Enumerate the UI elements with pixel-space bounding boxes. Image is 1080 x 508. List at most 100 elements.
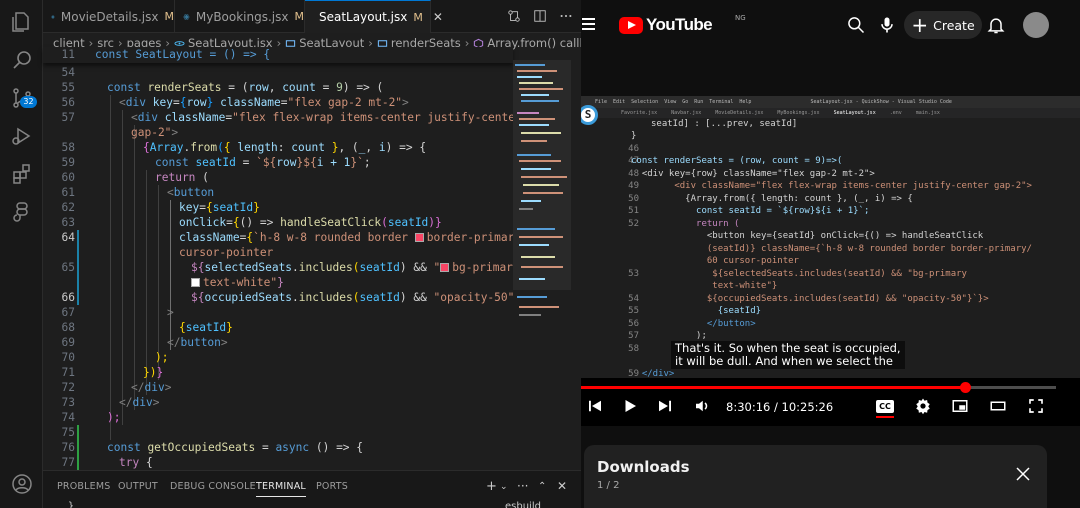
code-line: 74); [61, 411, 121, 424]
sticky-scroll-line[interactable]: 11 const SeatLayout = () => { [43, 47, 513, 63]
editor-tabs: MovieDetails.jsx M MyBookings.jsx M Seat… [43, 0, 581, 33]
code-editor[interactable]: 54 55 const renderSeats = (row, count = 9… [43, 65, 513, 470]
chevron-down-icon[interactable]: ⌄ [500, 482, 508, 492]
youtube-header: YouTube NG + Create [581, 0, 1080, 50]
youtube-logo[interactable]: YouTube NG [619, 14, 746, 35]
code-line: 63 onClick={() => handleSeatClick(seatId)… [61, 216, 442, 229]
previous-icon[interactable] [586, 397, 604, 415]
play-icon[interactable] [621, 397, 639, 415]
code-line: 69 </button> [61, 336, 228, 349]
code-line: 60 return ( [61, 171, 209, 184]
theater-mode-icon[interactable] [989, 397, 1007, 415]
time-total: 10:25:26 [781, 400, 834, 414]
caption-line: it will be dull. And when we select the [675, 354, 893, 368]
color-swatch[interactable] [440, 263, 450, 272]
tab-terminal[interactable]: TERMINAL [256, 481, 306, 497]
time-current: 8:30:16 [726, 400, 771, 414]
line-number: 11 [61, 48, 75, 61]
tab-label: MovieDetails.jsx [60, 9, 159, 24]
search-icon[interactable] [10, 48, 34, 72]
tab-status: M [413, 10, 423, 24]
tab-status: M [294, 10, 305, 23]
color-swatch[interactable] [191, 278, 200, 287]
run-debug-icon[interactable] [10, 124, 34, 148]
youtube-play-icon [619, 16, 643, 34]
miniplayer-icon[interactable] [951, 397, 969, 415]
code-line: 67 > [61, 306, 174, 319]
tab-ports[interactable]: PORTS [316, 481, 348, 492]
code-line: 68 {seatId} [61, 321, 233, 334]
tab-my-bookings[interactable]: MyBookings.jsx M [175, 0, 305, 33]
tab-output[interactable]: OUTPUT [118, 481, 158, 492]
tab-label: MyBookings.jsx [195, 9, 289, 24]
react-icon [183, 13, 190, 20]
microphone-icon[interactable] [877, 15, 897, 35]
captions-active-indicator [876, 416, 894, 418]
account-icon[interactable] [10, 472, 34, 496]
code-line: 76 const getOccupiedSeats = async () => { [61, 441, 364, 454]
vscode-window: 32 MovieDetails.jsx M MyBookings.jsx M S… [0, 0, 581, 508]
code-line: 70); [61, 351, 169, 364]
video-player[interactable]: File Edit Selection View Go Run Terminal Help S… [581, 96, 1080, 426]
next-icon[interactable] [656, 397, 674, 415]
tab-status: M [164, 10, 175, 23]
youtube-window: YouTube NG + Create File Edit Selection Vie… [581, 0, 1080, 508]
code-line: 71})} [61, 366, 164, 379]
settings-gear-icon[interactable] [914, 397, 932, 415]
progress-scrubber[interactable] [959, 382, 971, 393]
code-line: 65 ${selectedSeats.includes(seatId) && " b… [61, 261, 513, 274]
source-control-badge: 32 [20, 96, 37, 108]
tab-seat-layout[interactable]: SeatLayout.jsx M ✕ [305, 0, 443, 33]
create-label: Create [933, 17, 975, 33]
close-icon[interactable] [1014, 465, 1032, 483]
activity-bar: 32 [0, 0, 43, 508]
plus-icon: + [911, 13, 929, 37]
code-line: text-white"} [43, 275, 513, 290]
captions-button[interactable]: CC [876, 400, 894, 413]
extensions-icon[interactable] [10, 162, 34, 186]
sticky-code: const SeatLayout = () => { [95, 48, 271, 61]
tab-problems[interactable]: PROBLEMS [57, 481, 110, 492]
code-line: 77 try { [61, 456, 153, 469]
code-line: 54 [61, 66, 75, 79]
search-icon[interactable] [846, 15, 866, 35]
fullscreen-icon[interactable] [1027, 397, 1045, 415]
figma-icon[interactable] [10, 200, 34, 224]
downloads-panel: Downloads 1 / 2 [584, 445, 1047, 508]
react-icon [51, 14, 55, 19]
create-button[interactable]: + Create [904, 11, 982, 39]
more-actions-icon[interactable] [559, 8, 573, 22]
maximize-panel-icon[interactable]: ⌃ [538, 481, 546, 492]
new-terminal-icon[interactable]: + [486, 479, 497, 494]
minimap[interactable] [513, 60, 571, 322]
color-swatch[interactable] [414, 233, 424, 242]
video-frame[interactable]: File Edit Selection View Go Run Terminal Help S… [581, 96, 1080, 378]
code-line: 66 ${occupiedSeats.includes(seatId) && "o… [43, 290, 513, 305]
notifications-bell-icon[interactable] [986, 15, 1006, 35]
volume-icon[interactable] [693, 397, 711, 415]
code-line: cursor-pointer [179, 246, 274, 259]
avatar[interactable] [1023, 12, 1049, 38]
logo-text: YouTube [646, 15, 713, 34]
more-actions-icon[interactable]: ··· [517, 479, 528, 493]
explorer-icon[interactable] [10, 10, 34, 34]
close-icon[interactable]: ✕ [433, 10, 443, 24]
menu-icon[interactable] [582, 18, 595, 33]
video-window-titlebar: File Edit Selection View Go Run Terminal Help S… [581, 96, 1080, 108]
time-display: 8:30:16 / 10:25:26 [726, 400, 834, 414]
code-line: gap-2"> [131, 126, 179, 139]
code-line: 72 </div> [61, 381, 172, 394]
tab-debug-console[interactable]: DEBUG CONSOLE [170, 481, 256, 492]
split-editor-icon[interactable] [533, 8, 547, 22]
video-editor-tabs: Favorite.jsx Navbar.jsx MovieDetails.jsx My… [581, 108, 1080, 118]
progress-played [581, 386, 965, 389]
compare-changes-icon[interactable] [507, 8, 521, 22]
tab-movie-details[interactable]: MovieDetails.jsx M [43, 0, 175, 33]
code-line: 58 {Array.from({ length: count }, (_, i) … [61, 141, 427, 154]
downloads-title: Downloads [597, 458, 690, 476]
terminal-output: } [68, 501, 75, 508]
close-icon[interactable]: ✕ [557, 479, 567, 493]
progress-bar[interactable] [581, 382, 1056, 393]
code-line: 73 </div> [61, 396, 160, 409]
terminal-process[interactable]: esbuild [505, 501, 541, 508]
